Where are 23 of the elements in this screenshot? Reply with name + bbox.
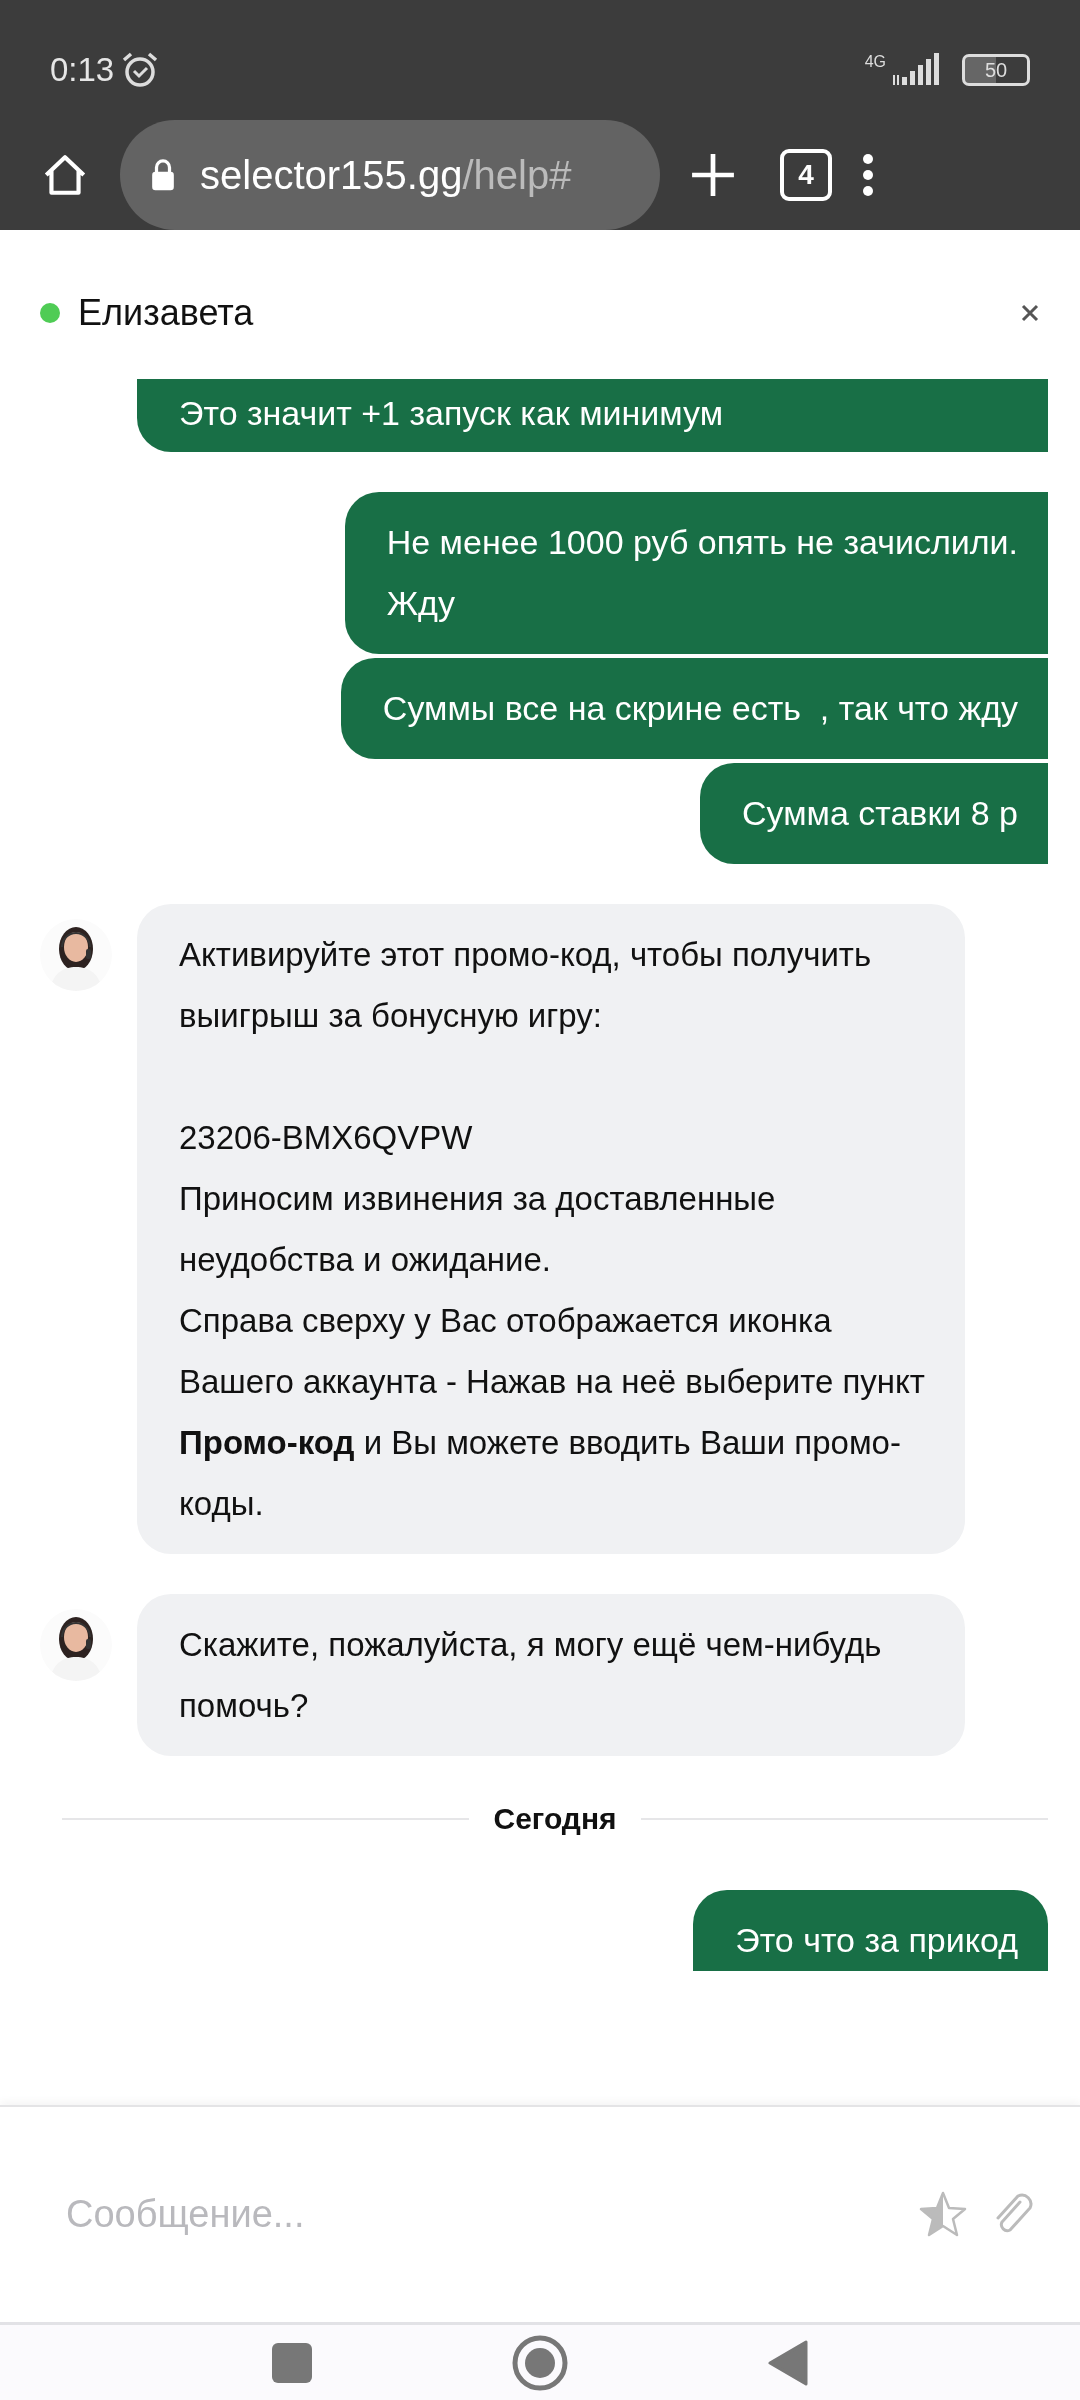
home-button[interactable] [512, 2334, 568, 2391]
message-field[interactable]: Сообщение... [64, 2192, 896, 2237]
agent-message: Скажите, пожалуйста, я могу ещё чем-нибудь помочь? [137, 1594, 965, 1756]
user-message: Это значит +1 запуск как минимум [137, 379, 1048, 452]
user-message: Сумма ставки 8 р [699, 763, 1048, 864]
recents-button[interactable] [272, 2342, 312, 2383]
signal-icon [892, 53, 942, 87]
network-label: 4G [864, 53, 886, 71]
user-message: Не менее 1000 руб опять не зачислили. Жду [344, 492, 1048, 654]
agent-name: Елизавета [78, 291, 255, 334]
user-message: Суммы все на скрине есть , так что жду [340, 658, 1048, 759]
menu-icon[interactable] [862, 153, 874, 197]
battery-indicator: 50 [962, 54, 1030, 86]
agent-message: Активируйте этот промо-код, чтобы получить выигрыш за бонусную игру: 23206-BMX6QVPW Приносим извинения за доставленные неудобства и ожидание. Справа сверху у Вас отображается иконка Вашего аккаунта - Нажав на неё выберите пункт Промо-код и Вы можете вводить Ваши промо-коды. [137, 904, 965, 1554]
new-tab-icon[interactable] [690, 152, 736, 198]
tab-count-button[interactable]: 4 [780, 149, 832, 201]
close-icon[interactable] [1020, 302, 1040, 323]
status-time: 0:13 [50, 51, 115, 89]
user-message: Это что за прикод [693, 1890, 1048, 1971]
date-divider: Сегодня [493, 1802, 617, 1836]
lock-icon [150, 158, 176, 192]
address-bar[interactable]: selector155.gg/help# [120, 120, 660, 230]
back-button[interactable] [768, 2339, 808, 2386]
